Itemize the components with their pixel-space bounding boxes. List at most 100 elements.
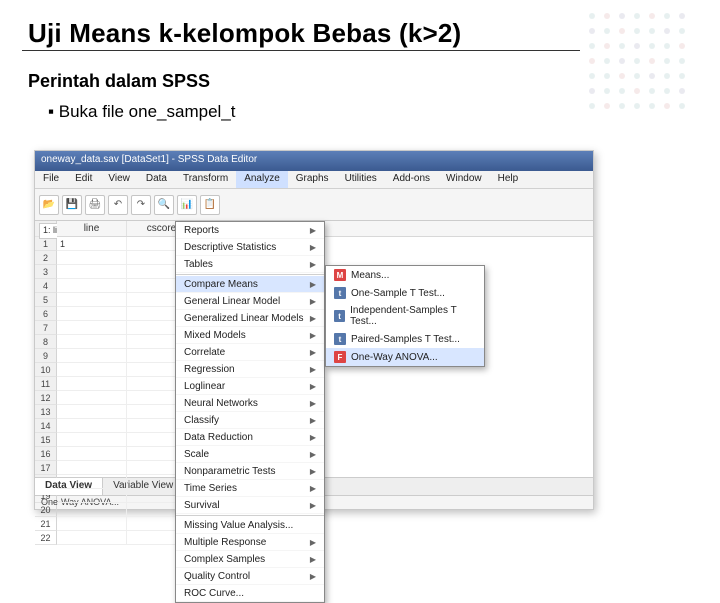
cell[interactable]: [57, 503, 127, 517]
toolbar-find-icon[interactable]: 🔍: [154, 195, 174, 215]
menu-add-ons[interactable]: Add-ons: [385, 171, 438, 188]
row-number[interactable]: 8: [35, 335, 57, 349]
toolbar-vars-icon[interactable]: 📋: [200, 195, 220, 215]
analyze-item-multiple-response[interactable]: Multiple Response▶: [176, 534, 324, 551]
submenu-item-one-way-anova-[interactable]: FOne-Way ANOVA...: [326, 348, 484, 366]
row-number[interactable]: 6: [35, 307, 57, 321]
row-number[interactable]: 9: [35, 349, 57, 363]
submenu-item-paired-samples-t-test-[interactable]: tPaired-Samples T Test...: [326, 330, 484, 348]
row-number[interactable]: 16: [35, 447, 57, 461]
toolbar-save-icon[interactable]: 💾: [62, 195, 82, 215]
analyze-item-survival[interactable]: Survival▶: [176, 497, 324, 514]
menu-help[interactable]: Help: [490, 171, 527, 188]
cell[interactable]: [57, 433, 127, 447]
menu-window[interactable]: Window: [438, 171, 490, 188]
spss-window: oneway_data.sav [DataSet1] - SPSS Data E…: [34, 150, 594, 510]
row-number[interactable]: 5: [35, 293, 57, 307]
analyze-item-generalized-linear-models[interactable]: Generalized Linear Models▶: [176, 310, 324, 327]
menu-item-icon: t: [334, 333, 346, 345]
column-headers: linecscore: [57, 221, 593, 237]
analyze-item-missing-value-analysis-[interactable]: Missing Value Analysis...: [176, 517, 324, 534]
row-number[interactable]: 22: [35, 531, 57, 545]
analyze-item-compare-means[interactable]: Compare Means▶: [176, 276, 324, 293]
cell[interactable]: [57, 391, 127, 405]
row-number[interactable]: 13: [35, 405, 57, 419]
submenu-item-one-sample-t-test-[interactable]: tOne-Sample T Test...: [326, 284, 484, 302]
row-number[interactable]: 17: [35, 461, 57, 475]
table-row: [57, 391, 593, 405]
analyze-item-neural-networks[interactable]: Neural Networks▶: [176, 395, 324, 412]
row-number[interactable]: 11: [35, 377, 57, 391]
cell[interactable]: [57, 489, 127, 503]
data-grid[interactable]: linecscore 1 Reports▶Descriptive Statist…: [57, 221, 593, 477]
analyze-item-descriptive-statistics[interactable]: Descriptive Statistics▶: [176, 239, 324, 256]
analyze-item-time-series[interactable]: Time Series▶: [176, 480, 324, 497]
cell[interactable]: [57, 475, 127, 489]
cell[interactable]: [57, 517, 127, 531]
cell[interactable]: [57, 335, 127, 349]
row-number[interactable]: 2: [35, 251, 57, 265]
row-number[interactable]: 4: [35, 279, 57, 293]
analyze-item-reports[interactable]: Reports▶: [176, 222, 324, 239]
analyze-item-classify[interactable]: Classify▶: [176, 412, 324, 429]
analyze-item-mixed-models[interactable]: Mixed Models▶: [176, 327, 324, 344]
table-row: [57, 517, 593, 531]
cell[interactable]: [57, 531, 127, 545]
toolbar-open-icon[interactable]: 📂: [39, 195, 59, 215]
analyze-item-scale[interactable]: Scale▶: [176, 446, 324, 463]
analyze-item-tables[interactable]: Tables▶: [176, 256, 324, 273]
menu-data[interactable]: Data: [138, 171, 175, 188]
submenu-arrow-icon: ▶: [310, 348, 316, 357]
cell[interactable]: [57, 279, 127, 293]
submenu-arrow-icon: ▶: [310, 365, 316, 374]
row-number[interactable]: 15: [35, 433, 57, 447]
row-number[interactable]: 12: [35, 391, 57, 405]
cell[interactable]: [57, 251, 127, 265]
menu-edit[interactable]: Edit: [67, 171, 100, 188]
analyze-item-quality-control[interactable]: Quality Control▶: [176, 568, 324, 585]
analyze-item-correlate[interactable]: Correlate▶: [176, 344, 324, 361]
analyze-item-data-reduction[interactable]: Data Reduction▶: [176, 429, 324, 446]
menu-analyze[interactable]: Analyze: [236, 171, 288, 188]
submenu-arrow-icon: ▶: [310, 416, 316, 425]
submenu-item-means-[interactable]: MMeans...: [326, 266, 484, 284]
analyze-item-nonparametric-tests[interactable]: Nonparametric Tests▶: [176, 463, 324, 480]
cell[interactable]: [57, 265, 127, 279]
row-number[interactable]: 3: [35, 265, 57, 279]
cell[interactable]: [57, 307, 127, 321]
cell[interactable]: [57, 321, 127, 335]
row-number[interactable]: 7: [35, 321, 57, 335]
cell[interactable]: [57, 461, 127, 475]
cell[interactable]: 1: [57, 237, 127, 251]
table-row: [57, 405, 593, 419]
row-number[interactable]: 14: [35, 419, 57, 433]
toolbar-chart-icon[interactable]: 📊: [177, 195, 197, 215]
cell[interactable]: [57, 363, 127, 377]
analyze-item-complex-samples[interactable]: Complex Samples▶: [176, 551, 324, 568]
analyze-item-roc-curve-[interactable]: ROC Curve...: [176, 585, 324, 602]
row-number[interactable]: 10: [35, 363, 57, 377]
analyze-dropdown: Reports▶Descriptive Statistics▶Tables▶ Co…: [175, 221, 325, 603]
column-header-line[interactable]: line: [57, 221, 127, 236]
row-number[interactable]: 1: [35, 237, 57, 251]
submenu-item-independent-samples-t-test-[interactable]: tIndependent-Samples T Test...: [326, 302, 484, 330]
analyze-item-general-linear-model[interactable]: General Linear Model▶: [176, 293, 324, 310]
menu-file[interactable]: File: [35, 171, 67, 188]
cell[interactable]: [57, 293, 127, 307]
cell[interactable]: [57, 349, 127, 363]
toolbar-redo-icon[interactable]: ↷: [131, 195, 151, 215]
toolbar-print-icon[interactable]: 🖨: [85, 195, 105, 215]
cell[interactable]: [57, 377, 127, 391]
menu-graphs[interactable]: Graphs: [288, 171, 337, 188]
menu-item-icon: t: [334, 287, 346, 299]
analyze-item-regression[interactable]: Regression▶: [176, 361, 324, 378]
cell[interactable]: [57, 419, 127, 433]
row-number[interactable]: 21: [35, 517, 57, 531]
analyze-item-loglinear[interactable]: Loglinear▶: [176, 378, 324, 395]
menu-view[interactable]: View: [100, 171, 138, 188]
cell[interactable]: [57, 405, 127, 419]
menu-transform[interactable]: Transform: [175, 171, 236, 188]
toolbar-undo-icon[interactable]: ↶: [108, 195, 128, 215]
menu-utilities[interactable]: Utilities: [337, 171, 385, 188]
cell[interactable]: [57, 447, 127, 461]
